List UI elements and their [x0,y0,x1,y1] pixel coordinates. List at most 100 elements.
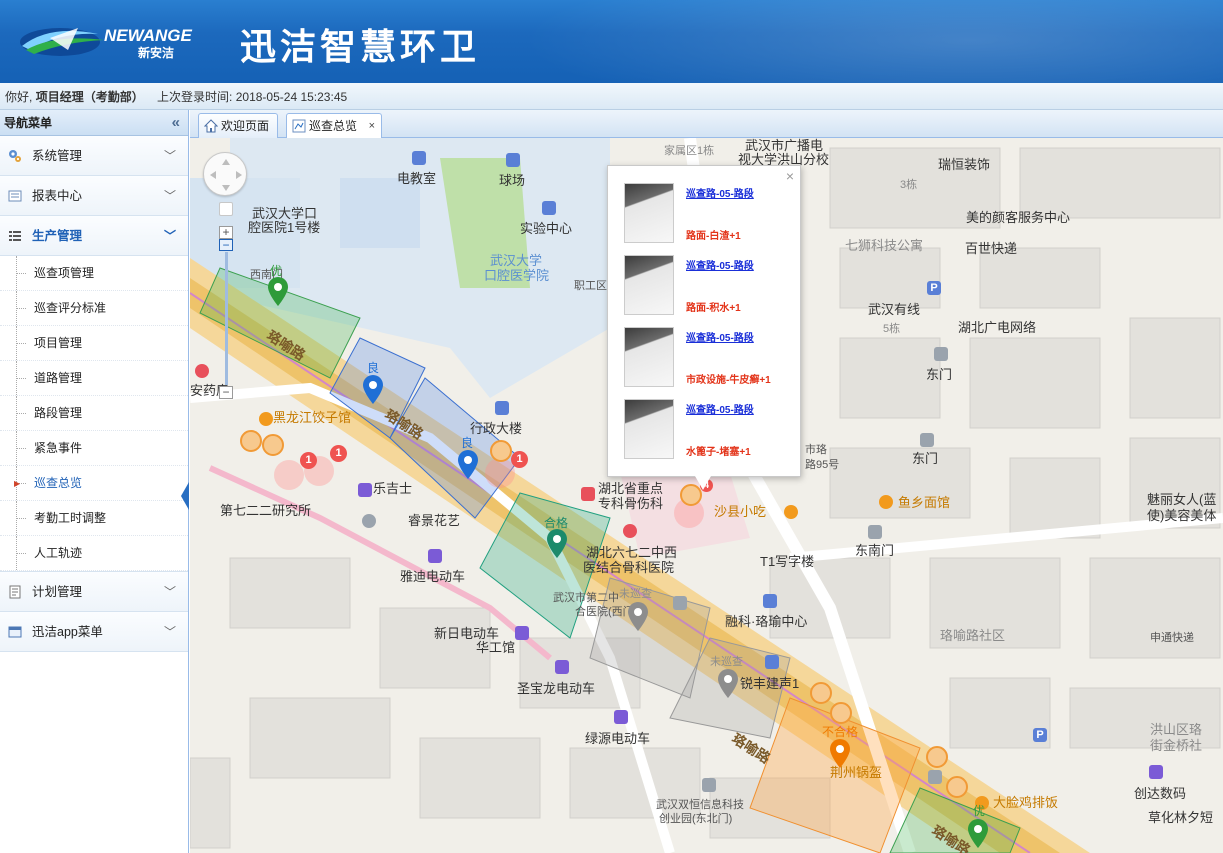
inspection-record[interactable]: 巡查路-05-路段 路面-积水+1 [624,255,794,317]
grade-label: 未巡查 [710,656,743,668]
menu-item-roads[interactable]: 道路管理 [0,361,188,396]
building-icon [495,401,509,415]
inspection-record[interactable]: 巡查路-05-路段 市政设施-牛皮癣+1 [624,327,794,389]
pin-good-icon[interactable] [457,450,479,480]
close-icon[interactable]: × [369,114,375,138]
zoom-control: + − − [219,202,233,402]
cluster-icon[interactable] [830,702,852,724]
logo-wordmark: NEWANGE [104,26,192,45]
active-indicator-icon [181,482,189,510]
user-name: 项目经理（考勤部） [35,90,144,104]
alert-count-badge[interactable]: 1 [330,445,347,462]
chevron-down-icon: ﹀ [163,149,176,163]
pin-uninspected-icon[interactable] [717,669,739,699]
tab-label: 巡查总览 [309,119,358,133]
last-login-time: 2018-05-24 15:23:45 [235,90,348,104]
record-title-link[interactable]: 巡查路-05-路段 [686,401,754,416]
chevron-down-icon: ﹀ [163,189,176,203]
pin-unqualified-icon[interactable] [829,739,851,769]
cluster-icon[interactable] [810,682,832,704]
menu-group-plans[interactable]: 计划管理 ﹀ [0,572,188,612]
poi-label: 申通快递 [1150,632,1194,644]
area-label: 武汉大学 [490,253,543,268]
close-icon[interactable]: × [786,168,794,184]
restaurant-icon [784,505,798,519]
inspection-record[interactable]: 巡查路-05-路段 路面-白渣+1 [624,183,794,245]
poi-label: 武汉市第二中 [553,592,619,604]
photo-thumbnail[interactable] [624,399,674,459]
cluster-icon[interactable] [926,746,948,768]
poi-label: 融科·珞瑜中心 [725,614,808,629]
poi-label: 瑞恒装饰 [938,157,991,172]
pan-arrows-icon [210,159,242,191]
cluster-icon[interactable] [240,430,262,452]
clinic-icon [581,487,595,501]
pin-excellent-icon[interactable] [967,819,989,849]
poi-label: 使)美容美体 [1147,508,1217,523]
map-icon [292,119,306,133]
menu-group-production[interactable]: 生产管理 ﹀ [0,216,188,256]
area-label: 珞喻路社区 [940,628,1006,643]
poi-label: 鱼乡面馆 [898,495,951,510]
pin-qualified-icon[interactable] [546,529,568,559]
menu-group-reports[interactable]: 报表中心 ﹀ [0,176,188,216]
poi-label: 睿景花艺 [408,513,461,528]
record-title-link[interactable]: 巡查路-05-路段 [686,257,754,272]
menu-item-scoring-standard[interactable]: 巡查评分标准 [0,291,188,326]
inspection-map[interactable]: 电教室 球场 实验中心 武汉大学口 腔医院1号楼 武汉大学 口腔医学院 职工区 … [190,138,1223,853]
menu-item-worker-tracks[interactable]: 人工轨迹 [0,536,188,571]
pin-good-icon[interactable] [362,375,384,405]
menu-group-system[interactable]: 系统管理 ﹀ [0,136,188,176]
pin-uninspected-icon[interactable] [627,602,649,632]
tab-welcome[interactable]: 欢迎页面 [198,113,278,138]
cluster-icon[interactable] [262,434,284,456]
poi-label: 绿源电动车 [585,731,651,746]
zoom-track[interactable] [225,252,228,385]
poi-label: 腔医院1号楼 [248,220,321,235]
record-title-link[interactable]: 巡查路-05-路段 [686,329,754,344]
brand-logo: NEWANGE 新安洁 [20,20,220,62]
area-label: 3栋 [900,179,918,191]
zoom-level-thumb[interactable]: − [219,239,233,251]
record-title-link[interactable]: 巡查路-05-路段 [686,185,754,200]
menu-item-projects[interactable]: 项目管理 [0,326,188,361]
menu-item-emergencies[interactable]: 紧急事件 [0,431,188,466]
double-chevron-left-icon[interactable]: « [172,110,180,136]
alert-count-badge[interactable]: 1 [300,452,317,469]
parking-icon: P [1033,728,1047,742]
zoom-out-button[interactable]: − [219,386,233,399]
cluster-icon[interactable] [946,776,968,798]
tab-inspection-overview[interactable]: 巡查总览 × [286,113,382,139]
worker-icon[interactable] [485,458,515,488]
menu-item-inspection-overview[interactable]: ▶ 巡查总览 [0,466,188,501]
office-icon [765,655,779,669]
alert-count-badge[interactable]: 1 [511,451,528,468]
shop-icon [428,549,442,563]
menu-item-inspection-items[interactable]: 巡查项管理 [0,256,188,291]
menu-item-attendance-adjust[interactable]: 考勤工时调整 [0,501,188,536]
menu-group-app-menu[interactable]: 迅洁app菜单 ﹀ [0,612,188,652]
greeting-text: 你好, [5,90,33,104]
poi-label: 魅丽女人(蓝 [1147,492,1217,507]
menu-item-road-sections[interactable]: 路段管理 [0,396,188,431]
locate-button[interactable] [219,202,233,216]
inspection-record[interactable]: 巡查路-05-路段 水篦子-堵塞+1 [624,399,794,461]
cluster-icon[interactable] [490,440,512,462]
map-pan-control[interactable] [203,152,247,196]
gear-icon [9,150,21,162]
chevron-down-icon: ﹀ [163,625,176,639]
sport-icon [506,153,520,167]
poi-label: 乐吉士 [373,481,413,496]
pin-excellent-icon[interactable] [267,277,289,307]
photo-thumbnail[interactable] [624,183,674,243]
app-header: NEWANGE 新安洁 迅洁智慧环卫 [0,0,1223,83]
poi-label: 湖北广电网络 [958,320,1037,335]
worker-icon[interactable] [274,460,304,490]
photo-thumbnail[interactable] [624,327,674,387]
grade-label: 不合格 [822,725,859,739]
poi-label: 草化林夕短 [1148,810,1214,825]
poi-label: 球场 [499,173,526,188]
gate-icon [673,596,687,610]
photo-thumbnail[interactable] [624,255,674,315]
poi-label: 沙县小吃 [714,504,767,519]
